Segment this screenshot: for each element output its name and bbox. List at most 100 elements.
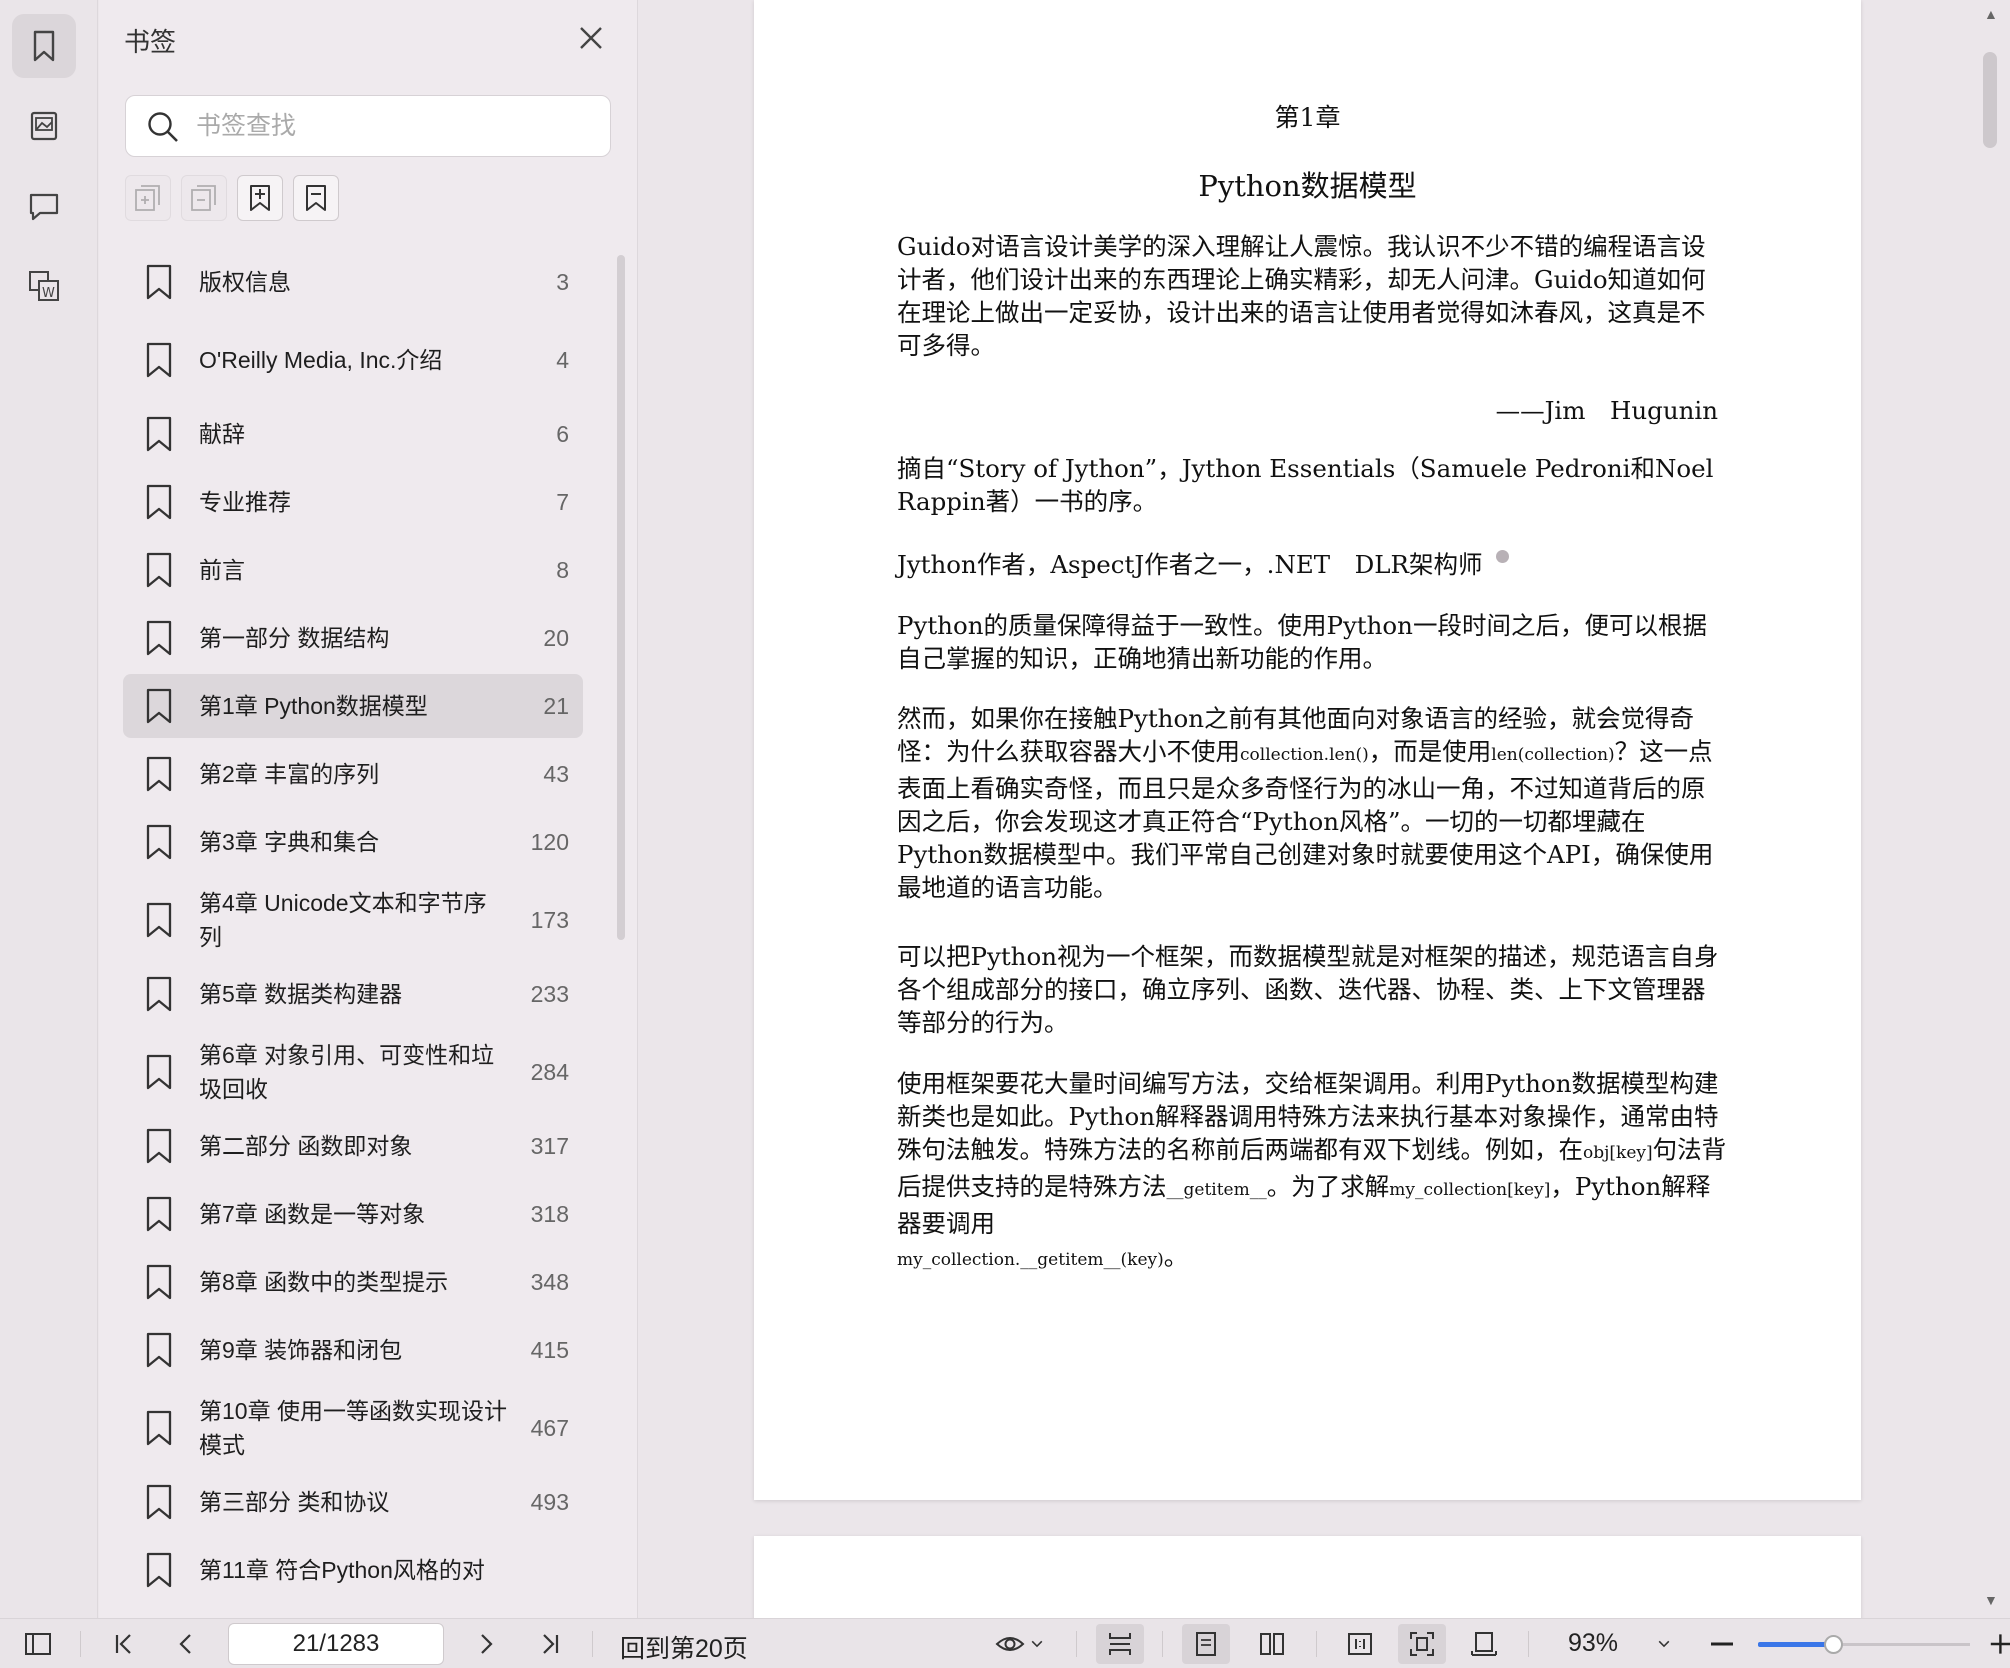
previous-page-button[interactable] [166, 1624, 206, 1664]
chapter-title: Python数据模型 [1198, 169, 1417, 203]
bookmark-icon [146, 264, 172, 300]
comment-panel-button[interactable] [12, 174, 76, 238]
consistency-paragraph: Python的质量保障得益于一致性。使用Python一段时间之后，便可以根据自己… [897, 611, 1707, 673]
bookmark-label: 专业推荐 [199, 489, 291, 515]
scroll-down-arrow[interactable]: ▼ [1984, 1592, 1998, 1608]
zoom-dropdown-button[interactable] [1650, 1624, 1678, 1664]
bookmark-item[interactable]: 献辞 6 [123, 402, 583, 466]
back-to-page-link[interactable]: 回到第20页 [620, 1629, 748, 1665]
footnote-marker[interactable] [1496, 550, 1510, 563]
bookmark-label: 第4章 Unicode文本和字节序列 [199, 890, 487, 950]
bookmark-item[interactable]: 第11章 符合Python风格的对 [123, 1538, 583, 1602]
bookmark-item[interactable]: 第6章 对象引用、可变性和垃圾回收 284 [123, 1030, 583, 1114]
bookmark-panel-button[interactable] [12, 14, 76, 78]
epigraph-attribution: ——Jim Hugunin [1495, 396, 1718, 425]
word-convert-icon: W [29, 271, 59, 301]
scroll-up-arrow[interactable]: ▲ [1984, 6, 1998, 22]
zoom-in-button[interactable] [1986, 1624, 2010, 1664]
chevron-down-icon [1031, 1640, 1043, 1648]
chapter-number: 第1章 [1274, 103, 1341, 132]
actual-size-button[interactable] [1336, 1624, 1384, 1664]
bookmark-label: 第一部分 数据结构 [199, 625, 390, 651]
first-page-icon [115, 1634, 131, 1654]
bookmark-icon [146, 1332, 172, 1368]
bookmark-label: 第三部分 类和协议 [199, 1489, 390, 1515]
side-rail: W [0, 0, 98, 1618]
two-page-button[interactable] [1248, 1624, 1296, 1664]
bookmark-page-number: 120 [530, 828, 569, 855]
author-roles-text: Jython作者，AspectJ作者之一，.NET DLR架构师 [897, 550, 1483, 579]
bookmark-label: 第10章 使用一等函数实现设计模式 [199, 1398, 507, 1458]
bookmark-icon [146, 902, 172, 938]
last-page-button[interactable] [530, 1624, 570, 1664]
bookmark-item[interactable]: 第5章 数据类构建器 233 [123, 962, 583, 1026]
toggle-sidebar-button[interactable] [18, 1624, 58, 1664]
continuous-scroll-button[interactable] [1096, 1624, 1144, 1664]
bookmark-item[interactable]: 专业推荐 7 [123, 470, 583, 534]
fit-width-button[interactable] [1460, 1624, 1508, 1664]
bookmark-label: 第8章 函数中的类型提示 [199, 1269, 449, 1295]
add-bookmark-button[interactable] [237, 175, 283, 221]
bookmark-label: 第2章 丰富的序列 [199, 761, 380, 787]
bookmark-item[interactable]: 第一部分 数据结构 20 [123, 606, 583, 670]
convert-panel-button[interactable]: W [12, 254, 76, 318]
chevron-down-icon [1658, 1640, 1670, 1648]
bookmark-list: 版权信息 3 O'Reilly Media, Inc.介绍 4 献辞 6 专业推荐 7 前言 8 第… [123, 250, 583, 1618]
bookmark-icon [146, 1054, 172, 1090]
bookmark-page-number: 317 [530, 1132, 569, 1159]
bookmark-item[interactable]: 第9章 装饰器和闭包 415 [123, 1318, 583, 1382]
len-paragraph: 然而，如果你在接触Python之前有其他面向对象语言的经验，就会觉得奇怪：为什么… [897, 702, 1727, 904]
bookmark-item[interactable]: 第二部分 函数即对象 317 [123, 1114, 583, 1178]
bottom-toolbar: 回到第20页 93% [0, 1618, 2010, 1668]
bookmark-item[interactable]: 第7章 函数是一等对象 318 [123, 1182, 583, 1246]
bookmark-icon [146, 620, 172, 656]
bookmark-icon [146, 824, 172, 860]
bookmark-label: 第1章 Python数据模型 [199, 693, 428, 719]
bookmark-icon [146, 1552, 172, 1588]
bookmark-icon [146, 976, 172, 1012]
fit-page-button[interactable] [1398, 1624, 1446, 1664]
bookmark-item[interactable]: 第1章 Python数据模型 21 [123, 674, 583, 738]
bookmark-search-input[interactable] [196, 106, 596, 146]
bookmark-item[interactable]: 第4章 Unicode文本和字节序列 173 [123, 878, 583, 962]
next-document-page [754, 1536, 1861, 1618]
thumbnail-panel-button[interactable] [12, 94, 76, 158]
bookmark-item[interactable]: 第2章 丰富的序列 43 [123, 742, 583, 806]
close-panel-button[interactable] [573, 20, 609, 56]
inline-code: len(collection) [1491, 745, 1615, 765]
zoom-slider-handle[interactable] [1824, 1635, 1843, 1654]
first-page-button[interactable] [104, 1624, 144, 1664]
single-page-button[interactable] [1182, 1624, 1230, 1664]
bookmark-item[interactable]: 第3章 字典和集合 120 [123, 810, 583, 874]
bookmark-icon [146, 484, 172, 520]
bookmark-label: 第二部分 函数即对象 [199, 1133, 413, 1159]
search-icon [148, 112, 178, 142]
epigraph-paragraph: Guido对语言设计美学的深入理解让人震惊。我认识不少不错的编程语言设计者，他们… [897, 232, 1706, 360]
bookmark-item[interactable]: 第10章 使用一等函数实现设计模式 467 [123, 1386, 583, 1470]
view-mode-dropdown[interactable] [988, 1624, 1052, 1664]
next-page-button[interactable] [466, 1624, 506, 1664]
page-number-input[interactable] [228, 1623, 444, 1665]
bookmark-page-number: 233 [530, 980, 569, 1007]
bookmark-item[interactable]: 第8章 函数中的类型提示 348 [123, 1250, 583, 1314]
expand-all-icon [135, 185, 160, 211]
sidebar-icon [25, 1633, 51, 1655]
framework-paragraph: 可以把Python视为一个框架，而数据模型就是对框架的描述，规范语言自身各个组成… [897, 942, 1719, 1037]
document-scrollbar[interactable] [1983, 52, 1997, 148]
bookmark-icon [33, 30, 55, 62]
zoom-out-button[interactable] [1702, 1624, 1742, 1664]
remove-bookmark-icon [306, 185, 326, 211]
bookmark-label: 第6章 对象引用、可变性和垃圾回收 [199, 1042, 495, 1102]
collapse-all-button[interactable] [181, 175, 227, 221]
bookmark-item[interactable]: 第三部分 类和协议 493 [123, 1470, 583, 1534]
bookmark-item[interactable]: O'Reilly Media, Inc.介绍 4 [123, 318, 583, 402]
bookmark-icon [146, 1264, 172, 1300]
bookmark-label: 第5章 数据类构建器 [199, 981, 403, 1007]
bookmark-item[interactable]: 版权信息 3 [123, 250, 583, 314]
expand-all-button[interactable] [125, 175, 171, 221]
bookmark-item[interactable]: 前言 8 [123, 538, 583, 602]
special-text-c: 。为了求解 [1266, 1172, 1390, 1201]
bookmark-list-scrollbar[interactable] [617, 255, 625, 940]
delete-bookmark-button[interactable] [293, 175, 339, 221]
zoom-level[interactable]: 93% [1568, 1629, 1618, 1658]
